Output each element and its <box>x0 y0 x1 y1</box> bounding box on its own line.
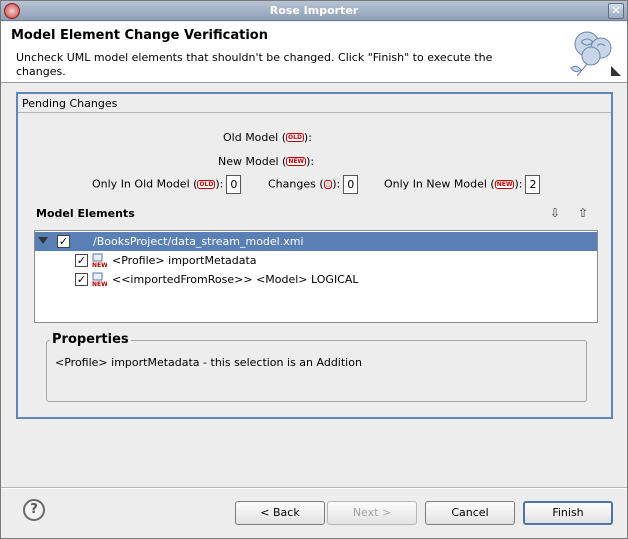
properties-value: <Profile> importMetadata - this selectio… <box>55 356 362 369</box>
move-up-icon[interactable]: ⇧ <box>576 207 590 221</box>
new-element-icon: NEW <box>92 272 107 287</box>
changes-label: Changes ( <box>268 177 324 191</box>
rose-importer-dialog: Rose Importer ✕ Model Element Change Ver… <box>0 0 628 539</box>
only-in-new-label: Only In New Model ( <box>384 177 495 191</box>
model-checkbox[interactable]: ✓ <box>75 273 88 286</box>
new-model-row: New Model (NEW): <box>218 155 314 168</box>
svg-text:NEW: NEW <box>92 262 107 268</box>
new-element-icon: NEW <box>92 253 107 268</box>
title-bar[interactable]: Rose Importer ✕ <box>1 1 627 21</box>
properties-panel: Properties <Profile> importMetadata - th… <box>46 332 587 402</box>
tree-row-profile[interactable]: ✓ NEW <Profile> importMetadata <box>35 251 597 270</box>
tree-row-label: <<importedFromRose>> <Model> LOGICAL <box>112 273 359 286</box>
button-bar-separator <box>1 487 627 489</box>
help-button[interactable]: ? <box>23 499 45 521</box>
next-button[interactable]: Next > <box>327 501 417 525</box>
old-model-row: Old Model (OLD): <box>223 131 312 144</box>
tree-row-model[interactable]: ✓ NEW <<importedFromRose>> <Model> LOGIC… <box>35 270 597 289</box>
new-badge-icon: NEW <box>286 157 307 166</box>
only-in-new-row: Only In New Model (NEW): 2 <box>384 175 541 194</box>
pending-changes-group: Pending Changes Old Model (OLD): New Mod… <box>16 92 613 419</box>
new-badge-icon: NEW <box>494 179 515 189</box>
cancel-button[interactable]: Cancel <box>425 501 515 525</box>
only-in-old-row: Only In Old Model (OLD): 0 <box>92 175 242 194</box>
page-title: Model Element Change Verification <box>11 28 268 43</box>
only-in-old-label: Only In Old Model ( <box>92 177 198 191</box>
new-model-suffix: ): <box>306 155 315 168</box>
tree-row-label: <Profile> importMetadata <box>112 254 257 267</box>
old-model-suffix: ): <box>303 131 312 144</box>
root-checkbox[interactable]: ✓ <box>57 235 70 248</box>
profile-checkbox[interactable]: ✓ <box>75 254 88 267</box>
old-model-label: Old Model ( <box>223 131 287 144</box>
expand-arrow-icon[interactable] <box>38 237 48 244</box>
model-elements-label: Model Elements <box>36 207 135 220</box>
svg-text:NEW: NEW <box>92 281 107 287</box>
only-in-old-suffix: ): <box>215 177 224 191</box>
changes-row: Changes (△): 0 <box>268 175 359 194</box>
old-badge-icon: OLD <box>286 133 304 142</box>
pending-changes-label: Pending Changes <box>22 97 118 110</box>
page-description: Uncheck UML model elements that shouldn'… <box>16 51 493 78</box>
tree-row-label: /BooksProject/data_stream_model.xmi <box>93 235 304 248</box>
rose-logo-icon <box>570 31 621 77</box>
back-button[interactable]: < Back <box>235 501 325 525</box>
finish-button[interactable]: Finish <box>523 501 613 525</box>
changes-suffix: ): <box>332 177 341 191</box>
only-in-new-suffix: ): <box>514 177 523 191</box>
change-delta-icon: △ <box>323 179 333 189</box>
new-model-label: New Model ( <box>218 155 287 168</box>
properties-title: Properties <box>50 332 131 347</box>
tree-row-root[interactable]: ✓ /BooksProject/data_stream_model.xmi <box>35 232 597 251</box>
window-title: Rose Importer <box>269 4 359 17</box>
move-down-icon[interactable]: ⇩ <box>548 207 562 221</box>
changes-count: 0 <box>343 175 359 194</box>
model-elements-tree[interactable]: ✓ /BooksProject/data_stream_model.xmi ✓ … <box>34 230 598 323</box>
old-badge-icon: OLD <box>197 179 216 189</box>
wizard-header: Model Element Change Verification Unchec… <box>1 22 627 83</box>
only-in-new-count: 2 <box>525 175 541 194</box>
close-icon[interactable]: ✕ <box>608 3 624 19</box>
pending-changes-header: Pending Changes <box>18 94 611 113</box>
only-in-old-count: 0 <box>226 175 242 194</box>
